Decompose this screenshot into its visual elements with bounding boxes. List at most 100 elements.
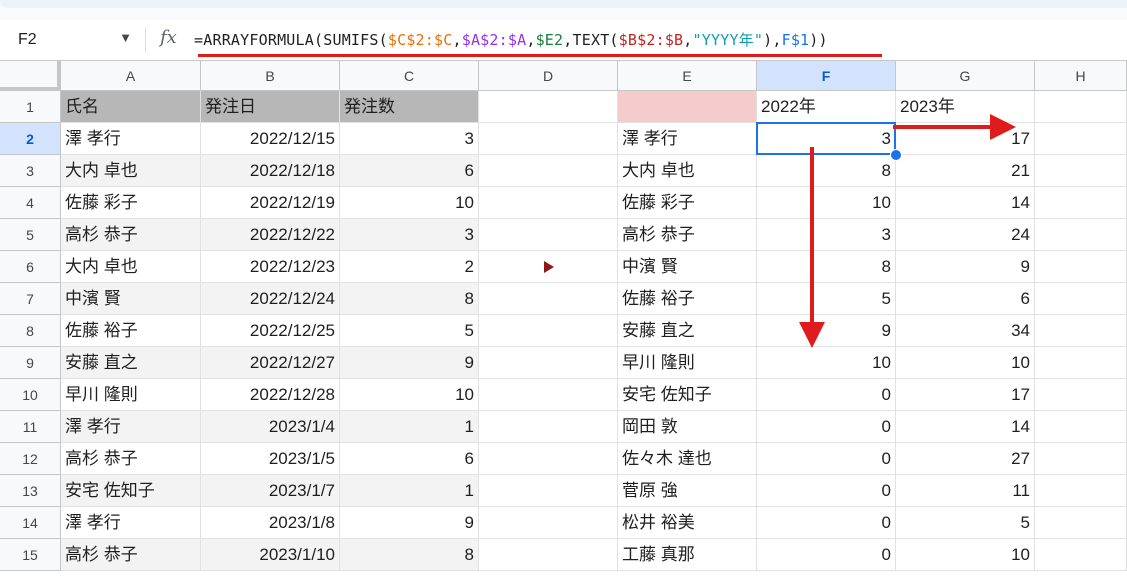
cell-b15[interactable]: 2023/1/10 xyxy=(201,539,340,571)
column-header-b[interactable]: B xyxy=(201,61,340,91)
cell-a8[interactable]: 佐藤 裕子 xyxy=(61,315,201,347)
cell-f8[interactable]: 9 xyxy=(757,315,896,347)
cell-c3[interactable]: 6 xyxy=(340,155,479,187)
cell-e11[interactable]: 岡田 敦 xyxy=(618,411,757,443)
cell-f6[interactable]: 8 xyxy=(757,251,896,283)
cell-a7[interactable]: 中濱 賢 xyxy=(61,283,201,315)
spreadsheet-grid[interactable]: A B C D E F G H 1 2 3 4 5 6 7 8 9 10 11 12 13 14 15 氏名 発注日 発注数 202… xyxy=(0,61,1127,580)
cell-h6[interactable] xyxy=(1035,251,1127,283)
cell-e2[interactable]: 澤 孝行 xyxy=(618,123,757,155)
cell-e6[interactable]: 中濱 賢 xyxy=(618,251,757,283)
cell-f10[interactable]: 0 xyxy=(757,379,896,411)
cell-d11[interactable] xyxy=(479,411,618,443)
cell-e1[interactable] xyxy=(618,91,757,123)
cell-g12[interactable]: 27 xyxy=(896,443,1035,475)
cell-d13[interactable] xyxy=(479,475,618,507)
cell-a5[interactable]: 高杉 恭子 xyxy=(61,219,201,251)
cell-f7[interactable]: 5 xyxy=(757,283,896,315)
cell-f2[interactable]: 3 xyxy=(757,123,896,155)
cell-e4[interactable]: 佐藤 彩子 xyxy=(618,187,757,219)
cell-g10[interactable]: 17 xyxy=(896,379,1035,411)
cell-a10[interactable]: 早川 隆則 xyxy=(61,379,201,411)
row-header-6[interactable]: 6 xyxy=(0,251,61,283)
row-header-1[interactable]: 1 xyxy=(0,91,61,123)
cell-h12[interactable] xyxy=(1035,443,1127,475)
cell-f15[interactable]: 0 xyxy=(757,539,896,571)
cell-e9[interactable]: 早川 隆則 xyxy=(618,347,757,379)
cell-g6[interactable]: 9 xyxy=(896,251,1035,283)
cell-g1[interactable]: 2023年 xyxy=(896,91,1035,123)
cell-f13[interactable]: 0 xyxy=(757,475,896,507)
cell-d10[interactable] xyxy=(479,379,618,411)
cell-g3[interactable]: 21 xyxy=(896,155,1035,187)
cell-e15[interactable]: 工藤 真那 xyxy=(618,539,757,571)
cell-d1[interactable] xyxy=(479,91,618,123)
cell-d12[interactable] xyxy=(479,443,618,475)
cell-d2[interactable] xyxy=(479,123,618,155)
row-header-9[interactable]: 9 xyxy=(0,347,61,379)
column-header-e[interactable]: E xyxy=(618,61,757,91)
cell-e7[interactable]: 佐藤 裕子 xyxy=(618,283,757,315)
cell-c11[interactable]: 1 xyxy=(340,411,479,443)
row-header-3[interactable]: 3 xyxy=(0,155,61,187)
cell-h9[interactable] xyxy=(1035,347,1127,379)
cell-h8[interactable] xyxy=(1035,315,1127,347)
cell-b6[interactable]: 2022/12/23 xyxy=(201,251,340,283)
cell-e14[interactable]: 松井 裕美 xyxy=(618,507,757,539)
row-header-10[interactable]: 10 xyxy=(0,379,61,411)
cell-e3[interactable]: 大内 卓也 xyxy=(618,155,757,187)
cell-e5[interactable]: 高杉 恭子 xyxy=(618,219,757,251)
cell-c7[interactable]: 8 xyxy=(340,283,479,315)
cell-a11[interactable]: 澤 孝行 xyxy=(61,411,201,443)
cell-a12[interactable]: 高杉 恭子 xyxy=(61,443,201,475)
cell-b12[interactable]: 2023/1/5 xyxy=(201,443,340,475)
cell-h7[interactable] xyxy=(1035,283,1127,315)
cell-b14[interactable]: 2023/1/8 xyxy=(201,507,340,539)
cell-b13[interactable]: 2023/1/7 xyxy=(201,475,340,507)
column-header-d[interactable]: D xyxy=(479,61,618,91)
cell-b9[interactable]: 2022/12/27 xyxy=(201,347,340,379)
cell-a9[interactable]: 安藤 直之 xyxy=(61,347,201,379)
cell-g11[interactable]: 14 xyxy=(896,411,1035,443)
column-header-f[interactable]: F xyxy=(757,61,896,91)
column-header-a[interactable]: A xyxy=(61,61,201,91)
cell-d4[interactable] xyxy=(479,187,618,219)
cell-g2[interactable]: 17 xyxy=(896,123,1035,155)
cell-h2[interactable] xyxy=(1035,123,1127,155)
cell-c6[interactable]: 2 xyxy=(340,251,479,283)
cell-d14[interactable] xyxy=(479,507,618,539)
cell-a4[interactable]: 佐藤 彩子 xyxy=(61,187,201,219)
cell-a13[interactable]: 安宅 佐知子 xyxy=(61,475,201,507)
cell-c13[interactable]: 1 xyxy=(340,475,479,507)
cell-g15[interactable]: 10 xyxy=(896,539,1035,571)
cell-b3[interactable]: 2022/12/18 xyxy=(201,155,340,187)
name-box[interactable]: F2 ▼ xyxy=(8,26,134,54)
cell-c12[interactable]: 6 xyxy=(340,443,479,475)
cell-h15[interactable] xyxy=(1035,539,1127,571)
row-header-12[interactable]: 12 xyxy=(0,443,61,475)
cell-g13[interactable]: 11 xyxy=(896,475,1035,507)
cell-b1[interactable]: 発注日 xyxy=(201,91,340,123)
chevron-down-icon[interactable]: ▼ xyxy=(119,30,132,45)
fill-handle[interactable] xyxy=(890,149,902,161)
cell-a14[interactable]: 澤 孝行 xyxy=(61,507,201,539)
row-header-7[interactable]: 7 xyxy=(0,283,61,315)
cell-c9[interactable]: 9 xyxy=(340,347,479,379)
cell-f14[interactable]: 0 xyxy=(757,507,896,539)
cell-f9[interactable]: 10 xyxy=(757,347,896,379)
cell-f5[interactable]: 3 xyxy=(757,219,896,251)
row-header-14[interactable]: 14 xyxy=(0,507,61,539)
column-header-h[interactable]: H xyxy=(1035,61,1127,91)
cell-e13[interactable]: 菅原 強 xyxy=(618,475,757,507)
cell-h13[interactable] xyxy=(1035,475,1127,507)
cell-a6[interactable]: 大内 卓也 xyxy=(61,251,201,283)
cell-a1[interactable]: 氏名 xyxy=(61,91,201,123)
cell-d5[interactable] xyxy=(479,219,618,251)
cell-g14[interactable]: 5 xyxy=(896,507,1035,539)
cell-h4[interactable] xyxy=(1035,187,1127,219)
cell-g9[interactable]: 10 xyxy=(896,347,1035,379)
row-header-4[interactable]: 4 xyxy=(0,187,61,219)
row-header-15[interactable]: 15 xyxy=(0,539,61,571)
row-header-8[interactable]: 8 xyxy=(0,315,61,347)
cell-c1[interactable]: 発注数 xyxy=(340,91,479,123)
